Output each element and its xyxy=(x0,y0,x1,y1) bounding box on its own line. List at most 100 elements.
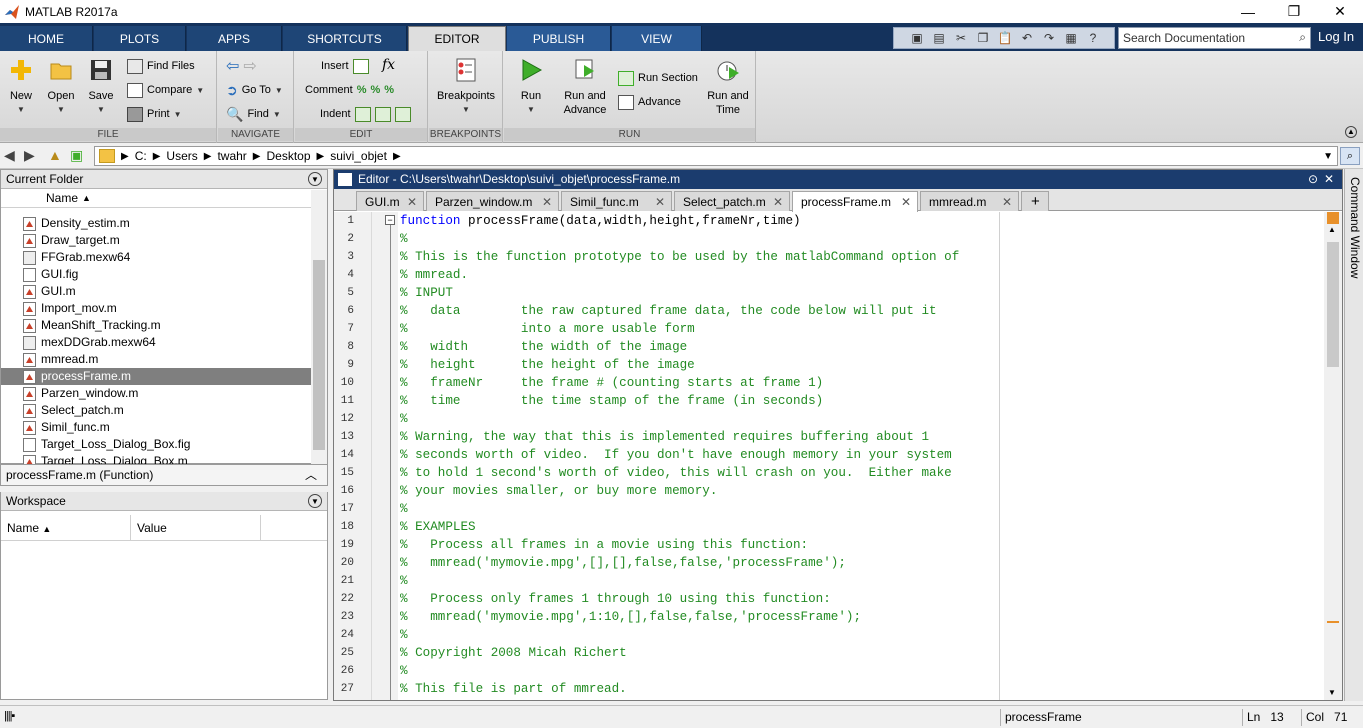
run-section-button[interactable]: Run Section xyxy=(618,69,698,87)
path-segment[interactable]: Users xyxy=(166,149,197,163)
code-line[interactable]: % Process all frames in a movie using th… xyxy=(400,536,808,554)
name-column-header[interactable]: Name ▲ xyxy=(1,189,327,208)
name-column-header[interactable]: Name ▲ xyxy=(1,515,131,540)
forward-arrow-icon[interactable]: ▶ xyxy=(24,147,35,164)
back-arrow-icon[interactable]: ◀ xyxy=(4,147,15,164)
collapse-ribbon-icon[interactable]: ▲ xyxy=(1345,126,1357,138)
chevron-up-icon[interactable]: ︿ xyxy=(305,465,317,485)
save-button[interactable]: Save ▼ xyxy=(84,57,118,117)
list-item[interactable]: GUI.m xyxy=(1,283,311,300)
copy-icon[interactable]: ❐ xyxy=(974,30,992,46)
command-window-label[interactable]: Command Window xyxy=(1348,177,1362,278)
arrow-left-icon[interactable]: ⇦ xyxy=(226,56,239,76)
details-bar[interactable]: processFrame.m (Function) ︿ xyxy=(0,464,328,486)
find-button[interactable]: 🔍 Find ▼ xyxy=(226,105,281,123)
close-icon[interactable]: ✕ xyxy=(1324,170,1334,189)
code-line[interactable]: % mmread. xyxy=(400,266,468,284)
list-item[interactable]: GUI.fig xyxy=(1,266,311,283)
close-button[interactable]: ✕ xyxy=(1317,0,1363,23)
list-item[interactable]: mmread.m xyxy=(1,351,311,368)
run-button[interactable]: Run ▼ xyxy=(514,57,548,117)
search-documentation-field[interactable]: Search Documentation ⌕ xyxy=(1118,27,1311,49)
help-icon[interactable]: ? xyxy=(1084,30,1102,46)
tab-select-patch-m[interactable]: Select_patch.m ✕ xyxy=(674,191,790,211)
tab-apps[interactable]: APPS xyxy=(187,26,282,51)
run-and-advance-button[interactable]: Run and Advance xyxy=(560,57,610,117)
path-dropdown-icon[interactable]: ▼ xyxy=(1323,151,1333,162)
tab-shortcuts[interactable]: SHORTCUTS xyxy=(283,26,407,51)
warning-status-indicator[interactable] xyxy=(1327,212,1339,224)
tab-publish[interactable]: PUBLISH xyxy=(507,26,611,51)
path-segment[interactable]: suivi_objet xyxy=(330,149,387,163)
login-link[interactable]: Log In xyxy=(1318,29,1354,44)
go-to-button[interactable]: ➲ Go To ▼ xyxy=(226,81,283,99)
close-icon[interactable]: ✕ xyxy=(901,192,911,212)
search-folder-button[interactable]: ⌕ xyxy=(1340,147,1360,165)
insert-button[interactable]: Insert xyxy=(321,57,369,75)
code-line[interactable]: % to hold 1 second's worth of video, thi… xyxy=(400,464,952,482)
folder-scrollbar[interactable] xyxy=(311,190,327,464)
scroll-up-icon[interactable]: ▲ xyxy=(1328,225,1336,234)
new-button[interactable]: New ▼ xyxy=(4,57,38,117)
list-item[interactable]: Draw_target.m xyxy=(1,232,311,249)
scrollbar-thumb[interactable] xyxy=(1327,242,1339,367)
code-line[interactable]: % Process only frames 1 through 10 using… xyxy=(400,590,831,608)
back-forward-buttons[interactable]: ⇦ ⇨ xyxy=(226,57,257,75)
panel-actions-icon[interactable]: ▼ xyxy=(308,172,322,186)
run-and-time-button[interactable]: Run and Time xyxy=(704,57,752,117)
code-line[interactable]: % xyxy=(400,572,408,590)
list-item[interactable]: MeanShift_Tracking.m xyxy=(1,317,311,334)
code-line[interactable]: % xyxy=(400,230,408,248)
tab-simil-func-m[interactable]: Simil_func.m ✕ xyxy=(561,191,672,211)
code-line[interactable]: % xyxy=(400,410,408,428)
tab-parzen-window-m[interactable]: Parzen_window.m ✕ xyxy=(426,191,559,211)
fx-button[interactable]: fx xyxy=(382,56,395,74)
indent-button[interactable]: Indent xyxy=(320,105,411,123)
code-line[interactable]: % Copyright 2008 Micah Richert xyxy=(400,644,627,662)
paste-icon[interactable]: 📋 xyxy=(996,30,1014,46)
undo-icon[interactable]: ↶ xyxy=(1018,30,1036,46)
tab-view[interactable]: VIEW xyxy=(612,26,702,51)
code-line[interactable]: % This is the function prototype to be u… xyxy=(400,248,959,266)
panel-actions-icon[interactable]: ⊙ xyxy=(1308,170,1318,189)
code-line[interactable]: % frameNr the frame # (counting starts a… xyxy=(400,374,823,392)
list-item[interactable]: Select_patch.m xyxy=(1,402,311,419)
list-item[interactable]: mexDDGrab.mexw64 xyxy=(1,334,311,351)
code-line[interactable]: % time the time stamp of the frame (in s… xyxy=(400,392,823,410)
panel-actions-icon[interactable]: ▼ xyxy=(308,494,322,508)
path-segment[interactable]: C: xyxy=(135,149,147,163)
list-item[interactable]: processFrame.m xyxy=(1,368,311,385)
browse-folder-icon[interactable]: ▣ xyxy=(70,147,83,164)
tab-plots[interactable]: PLOTS xyxy=(94,26,186,51)
path-field[interactable]: ▶ C: ▶ Users ▶ twahr ▶ Desktop ▶ suivi_o… xyxy=(94,146,1338,166)
minimize-button[interactable]: — xyxy=(1225,0,1271,23)
tab-gui-m[interactable]: GUI.m ✕ xyxy=(356,191,424,211)
command-window-sidebar[interactable]: Command Window xyxy=(1344,169,1363,701)
close-icon[interactable]: ✕ xyxy=(655,192,665,212)
fold-minus-icon[interactable]: − xyxy=(385,215,395,225)
code-area[interactable]: 1 2 3 4 5 6 7 8 9 10 11 12 13 14 15 16 17 18 19 20 21 22 23 24 2… xyxy=(334,212,1342,700)
code-line[interactable]: % width the width of the image xyxy=(400,338,687,356)
maximize-button[interactable]: ❐ xyxy=(1271,0,1317,23)
cut-icon[interactable]: ✂ xyxy=(952,30,970,46)
arrow-right-icon[interactable]: ⇨ xyxy=(243,56,256,76)
list-item[interactable]: Simil_func.m xyxy=(1,419,311,436)
new-tab-button[interactable]: + xyxy=(1021,191,1049,211)
list-item[interactable]: Parzen_window.m xyxy=(1,385,311,402)
code-line[interactable]: % INPUT xyxy=(400,284,453,302)
breakpoints-button[interactable]: Breakpoints ▼ xyxy=(433,57,499,117)
code-line[interactable]: % This file is part of mmread. xyxy=(400,680,627,698)
code-line[interactable]: % mmread('mymovie.mpg',[],[],false,false… xyxy=(400,554,846,572)
value-column-header[interactable]: Value xyxy=(131,515,261,540)
list-item[interactable]: FFGrab.mexw64 xyxy=(1,249,311,266)
switch-windows-icon[interactable]: ▦ xyxy=(1062,30,1080,46)
code-line[interactable]: % Warning, the way that this is implemen… xyxy=(400,428,929,446)
up-folder-icon[interactable]: ▲ xyxy=(48,147,62,163)
close-icon[interactable]: ✕ xyxy=(542,192,552,212)
new-script-icon[interactable]: ▣ xyxy=(908,30,926,46)
tab-mmread-m[interactable]: mmread.m ✕ xyxy=(920,191,1019,211)
advance-button[interactable]: Advance xyxy=(618,93,681,111)
list-item[interactable]: Density_estim.m xyxy=(1,215,311,232)
path-segment[interactable]: Desktop xyxy=(267,149,311,163)
tab-processframe-m[interactable]: processFrame.m ✕ xyxy=(792,191,918,212)
